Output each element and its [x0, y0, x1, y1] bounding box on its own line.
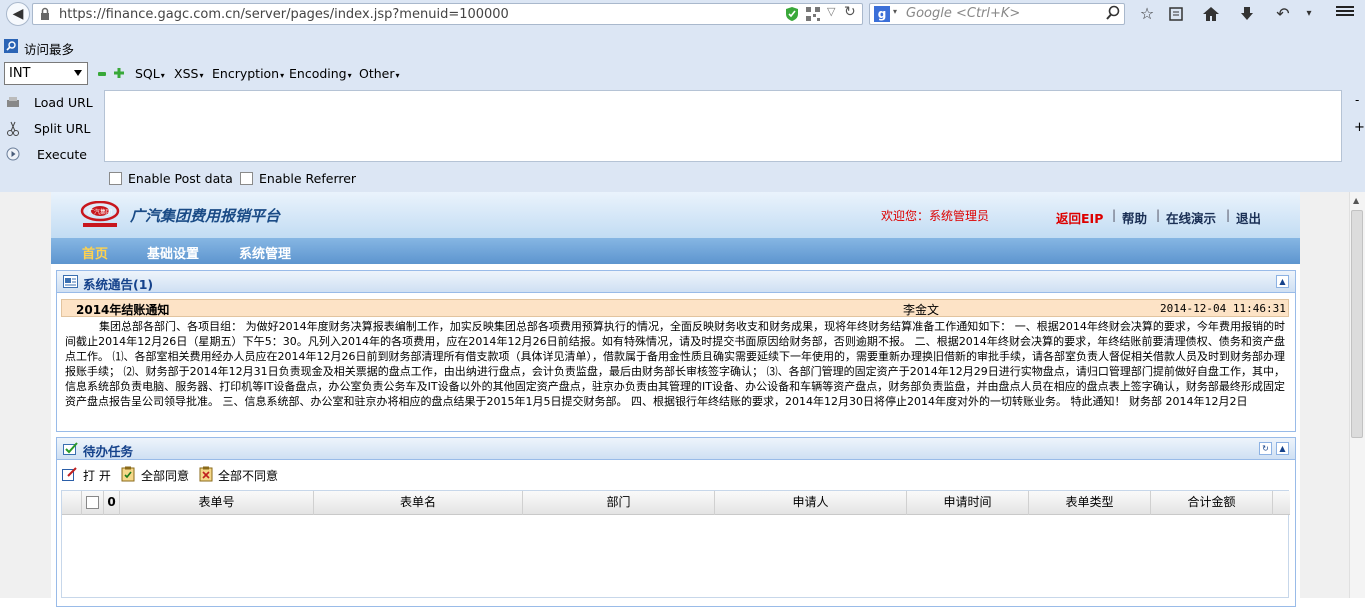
- column-header-form-no[interactable]: 表单号: [120, 491, 314, 515]
- column-header-applicant[interactable]: 申请人: [715, 491, 907, 515]
- execute-label: Execute: [37, 147, 87, 162]
- reject-all-button[interactable]: 全部不同意: [218, 467, 278, 484]
- gac-logo: 广汽集团: [79, 200, 121, 229]
- undo-icon[interactable]: ↶: [1272, 4, 1294, 24]
- magnifier-bookmark-icon: [4, 39, 18, 53]
- magnifier-icon[interactable]: [1106, 5, 1120, 21]
- load-url-icon: [6, 95, 20, 109]
- menu-xss[interactable]: XSS: [174, 66, 203, 81]
- refresh-icon[interactable]: ↻: [1259, 442, 1272, 455]
- increase-icon[interactable]: [114, 67, 124, 78]
- url-text[interactable]: https://finance.gagc.com.cn/server/pages…: [59, 7, 509, 22]
- split-url-label: Split URL: [34, 121, 91, 136]
- link-separator: |: [1156, 208, 1161, 222]
- return-eip-link[interactable]: 返回EIP: [1056, 208, 1103, 227]
- select-all-checkbox[interactable]: [86, 496, 99, 509]
- todo-check-icon: [63, 442, 78, 455]
- enable-referrer-label: Enable Referrer: [259, 171, 357, 186]
- select-all-header[interactable]: [82, 491, 104, 515]
- todo-panel-title: 待办任务: [83, 444, 134, 459]
- enable-referrer-checkbox[interactable]: [240, 172, 253, 185]
- nav-system-management[interactable]: 系统管理: [239, 243, 291, 262]
- menu-hamburger-icon[interactable]: [1336, 4, 1354, 20]
- back-button[interactable]: ◀: [6, 2, 30, 26]
- play-icon: [6, 147, 20, 161]
- todo-table: 0 表单号 表单名 部门 申请人 申请时间 表单类型 合计金额: [61, 490, 1290, 598]
- notice-title[interactable]: 2014年结账通知: [76, 301, 169, 318]
- qr-code-icon[interactable]: [806, 7, 820, 21]
- scrollbar-thumb[interactable]: [1351, 210, 1363, 438]
- dropdown-arrow-icon[interactable]: ▽: [827, 5, 835, 18]
- shrink-textarea-button[interactable]: -: [1355, 93, 1359, 107]
- home-icon[interactable]: [1200, 4, 1222, 24]
- shield-icon[interactable]: [785, 6, 799, 22]
- notice-body: 集团总部各部门、各项目组： 为做好2014年度财务决算报表编制工作，加实反映集团…: [65, 320, 1285, 408]
- bookmark-star-icon[interactable]: ☆: [1136, 4, 1158, 24]
- notice-item-header[interactable]: 2014年结账通知 李金文 2014-12-04 11:46:31: [61, 299, 1289, 317]
- notice-author: 李金文: [903, 303, 940, 317]
- menu-encoding[interactable]: Encoding: [289, 66, 352, 81]
- expand-textarea-button[interactable]: +: [1354, 120, 1365, 135]
- approve-all-icon[interactable]: [121, 466, 135, 482]
- menu-other[interactable]: Other: [359, 66, 400, 81]
- notice-time: 2014-12-04 11:46:31: [1160, 302, 1286, 315]
- nav-home[interactable]: 首页: [82, 243, 108, 262]
- engine-dropdown-icon[interactable]: ▾: [893, 7, 897, 16]
- column-header-department[interactable]: 部门: [523, 491, 715, 515]
- approve-all-button[interactable]: 全部同意: [141, 467, 189, 484]
- site-title: 广汽集团费用报销平台: [130, 207, 281, 225]
- enable-post-label: Enable Post data: [128, 171, 233, 186]
- menu-sql[interactable]: SQL: [135, 66, 165, 81]
- open-form-icon[interactable]: [62, 466, 77, 482]
- bookmark-most-visited[interactable]: 访问最多: [24, 39, 74, 58]
- help-link[interactable]: 帮助: [1122, 208, 1147, 227]
- search-bar[interactable]: g ▾ Google <Ctrl+K>: [869, 3, 1125, 25]
- notice-panel-title: 系统通告(1): [83, 277, 154, 292]
- column-header-form-name[interactable]: 表单名: [314, 491, 523, 515]
- split-url-button[interactable]: Split URL: [0, 118, 100, 140]
- attachment-header: 0: [104, 491, 120, 515]
- collapse-icon[interactable]: ▲: [1276, 442, 1289, 455]
- load-url-label: Load URL: [34, 95, 93, 110]
- download-icon[interactable]: [1236, 4, 1258, 24]
- link-separator: |: [1112, 208, 1117, 222]
- decrease-icon[interactable]: [98, 72, 106, 76]
- hackbar-url-textarea[interactable]: [104, 90, 1342, 162]
- online-demo-link[interactable]: 在线演示: [1166, 208, 1216, 227]
- todo-panel-header: 待办任务 ↻ ▲: [57, 438, 1295, 460]
- google-icon[interactable]: g: [874, 6, 890, 22]
- table-header: 0 表单号 表单名 部门 申请人 申请时间 表单类型 合计金额: [62, 491, 1290, 515]
- row-number-header: [62, 491, 82, 515]
- notice-icon: [63, 275, 78, 288]
- scroll-up-icon[interactable]: ▲: [1353, 196, 1359, 205]
- column-header-apply-time[interactable]: 申请时间: [907, 491, 1029, 515]
- menu-encryption[interactable]: Encryption: [212, 66, 284, 81]
- bookmarks-list-icon[interactable]: [1165, 4, 1187, 24]
- nav-basic-settings[interactable]: 基础设置: [147, 243, 199, 262]
- reload-icon[interactable]: ↻: [844, 4, 856, 20]
- column-header-form-type[interactable]: 表单类型: [1029, 491, 1151, 515]
- open-button[interactable]: 打 开: [83, 467, 111, 484]
- type-select-value: INT: [9, 66, 31, 81]
- reject-all-icon[interactable]: [199, 466, 213, 482]
- type-select[interactable]: INT: [4, 62, 88, 85]
- logout-link[interactable]: 退出: [1236, 208, 1261, 227]
- search-placeholder[interactable]: Google <Ctrl+K>: [906, 6, 1020, 21]
- svg-text:广汽集团: 广汽集团: [88, 208, 112, 216]
- scissors-icon: [6, 121, 20, 136]
- link-separator: |: [1226, 208, 1231, 222]
- enable-post-checkbox[interactable]: [109, 172, 122, 185]
- welcome-text: 欢迎您：系统管理员: [881, 209, 990, 223]
- execute-button[interactable]: Execute: [0, 144, 100, 166]
- collapse-icon[interactable]: ▲: [1276, 275, 1289, 288]
- address-bar[interactable]: https://finance.gagc.com.cn/server/pages…: [32, 3, 863, 25]
- column-header-total-amount[interactable]: 合计金额: [1151, 491, 1273, 515]
- notice-panel-header: 系统通告(1) ▲: [57, 271, 1295, 293]
- load-url-button[interactable]: Load URL: [0, 92, 100, 114]
- select-arrow-icon: [74, 70, 82, 76]
- lock-icon: [40, 7, 50, 20]
- toolbar-dropdown-icon[interactable]: ▾: [1298, 4, 1320, 24]
